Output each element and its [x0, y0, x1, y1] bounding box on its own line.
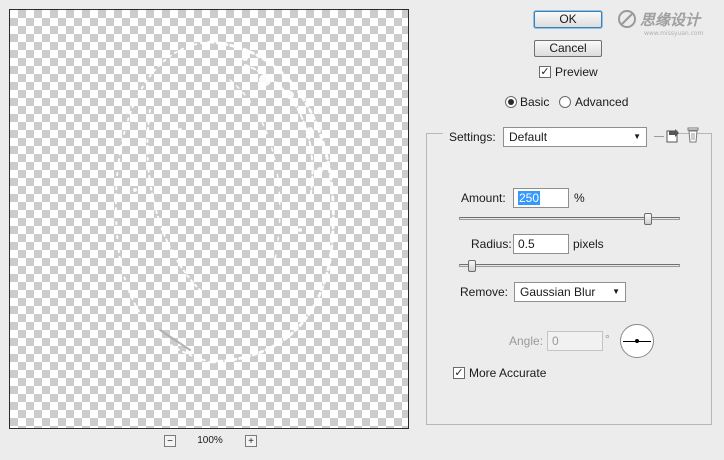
radius-input[interactable]: 0.5: [513, 234, 569, 254]
zoom-in-button[interactable]: +: [245, 435, 257, 447]
radius-slider-track[interactable]: [459, 264, 680, 267]
group-line: [654, 136, 664, 137]
preview-label: Preview: [555, 65, 598, 79]
preview-canvas[interactable]: [9, 9, 409, 429]
basic-label: Basic: [520, 95, 550, 109]
angle-value: 0: [552, 334, 559, 348]
chevron-down-icon: ▼: [612, 287, 620, 296]
chevron-down-icon: ▼: [633, 132, 641, 141]
amount-value: 250: [518, 191, 541, 205]
settings-select[interactable]: Default ▼: [503, 127, 647, 147]
angle-dial[interactable]: [620, 324, 654, 358]
remove-label: Remove:: [460, 285, 509, 299]
advanced-label: Advanced: [575, 95, 629, 109]
angle-unit: °: [605, 332, 610, 346]
zoom-out-button[interactable]: −: [164, 435, 176, 447]
radius-slider-thumb[interactable]: [467, 260, 476, 272]
svg-text:思缘设计: 思缘设计: [640, 11, 702, 29]
advanced-radio[interactable]: [559, 96, 571, 108]
more-accurate-label: More Accurate: [469, 366, 547, 380]
remove-select[interactable]: Gaussian Blur ▼: [514, 282, 626, 302]
radius-unit: pixels: [573, 237, 604, 251]
radius-value: 0.5: [518, 237, 535, 251]
amount-unit: %: [574, 191, 585, 205]
angle-input[interactable]: 0: [547, 331, 603, 351]
angle-label: Angle:: [509, 334, 544, 348]
ok-button[interactable]: OK: [534, 11, 602, 28]
amount-label: Amount:: [461, 191, 506, 205]
settings-label: Settings:: [449, 130, 496, 144]
trash-icon[interactable]: [687, 127, 699, 147]
preview-image: [114, 40, 335, 364]
preview-checkbox[interactable]: ✓: [539, 66, 551, 78]
basic-radio[interactable]: [505, 96, 517, 108]
radius-label: Radius:: [471, 237, 512, 251]
save-settings-icon[interactable]: [666, 128, 680, 147]
watermark-logo: 思缘设计 www.missyuan.com: [614, 5, 720, 37]
settings-group: [426, 133, 712, 425]
more-accurate-checkbox[interactable]: ✓: [453, 367, 465, 379]
amount-slider-thumb[interactable]: [644, 213, 653, 225]
remove-value: Gaussian Blur: [520, 285, 596, 299]
settings-value: Default: [509, 130, 548, 144]
svg-text:www.missyuan.com: www.missyuan.com: [644, 30, 704, 37]
amount-input[interactable]: 250: [513, 188, 569, 208]
cancel-button[interactable]: Cancel: [534, 40, 602, 57]
angle-center-dot: [635, 339, 639, 343]
zoom-level: 100%: [197, 435, 223, 446]
